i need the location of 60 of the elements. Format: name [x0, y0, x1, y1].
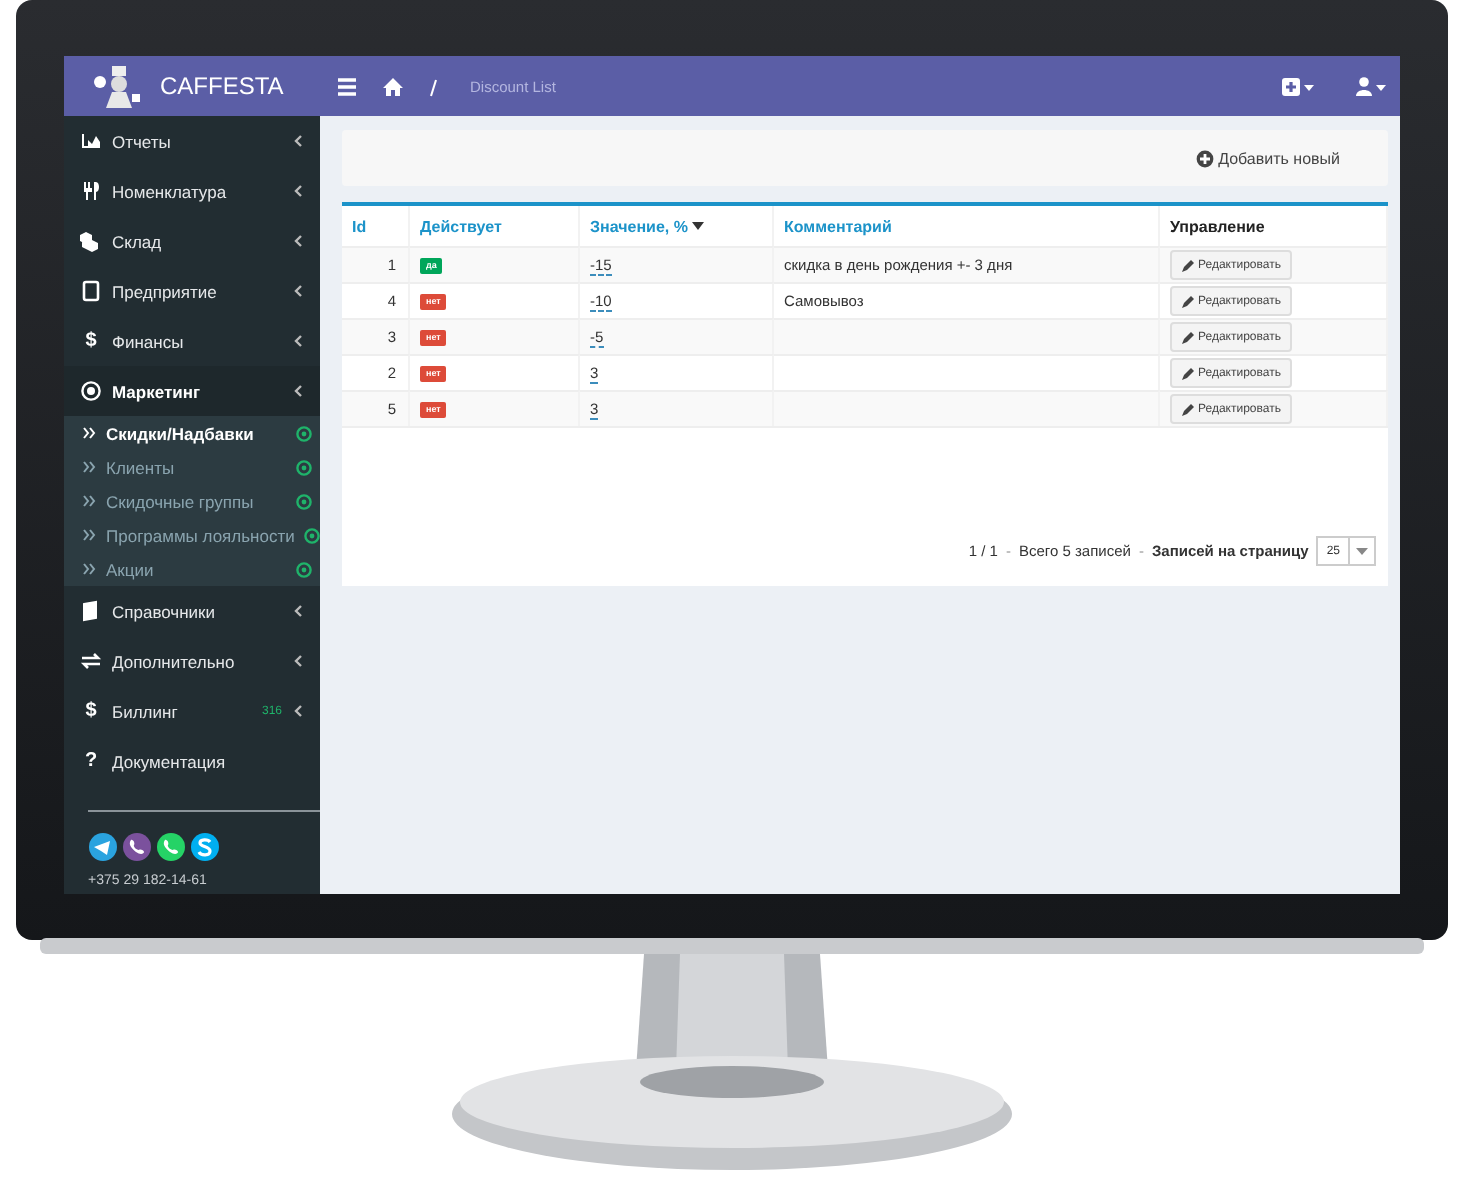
telegram-icon[interactable]: [88, 832, 118, 862]
dropdown-caret-icon: [1348, 538, 1374, 564]
pencil-icon: [1182, 295, 1194, 307]
circle-icon: [296, 425, 312, 441]
chevron-icon: [292, 284, 304, 298]
circle-icon: [296, 493, 312, 509]
chevron-icon: [292, 604, 304, 618]
double-chevron-icon: [82, 562, 96, 576]
sidebar-item[interactable]: Дополнительно: [64, 636, 320, 686]
glyph-icon: $: [80, 330, 102, 352]
menu-icon[interactable]: [336, 75, 358, 97]
pencil-icon: [1182, 331, 1194, 343]
double-chevron-icon: [82, 460, 96, 474]
target-icon: [80, 380, 102, 402]
sidebar-item[interactable]: $ Финансы: [64, 316, 320, 366]
chevron-icon: [292, 184, 304, 198]
chevron-icon: [292, 234, 304, 248]
chevron-icon: [292, 704, 304, 718]
circle-icon: [296, 459, 312, 475]
chevron-icon: [292, 334, 304, 348]
sidebar-item[interactable]: Маркетинг: [64, 366, 320, 416]
arrows-icon: [80, 650, 102, 672]
sidebar-item[interactable]: Отчеты: [64, 116, 320, 166]
chevron-icon: [292, 384, 304, 398]
whatsapp-icon[interactable]: [156, 832, 186, 862]
glyph-icon: ?: [80, 750, 102, 772]
sidebar-item[interactable]: Склад: [64, 216, 320, 266]
user-menu-icon[interactable]: [1354, 75, 1388, 97]
submenu-item[interactable]: Акции: [64, 552, 320, 586]
sort-caret-icon: [691, 222, 704, 230]
double-chevron-icon: [82, 528, 96, 542]
submenu-item[interactable]: Скидки/Надбавки: [64, 416, 320, 450]
skype-icon[interactable]: [190, 832, 220, 862]
submenu-item[interactable]: Программы лояльности: [64, 518, 320, 552]
circle-icon: [304, 527, 321, 543]
double-chevron-icon: [82, 426, 96, 440]
logo-text: CAFFESTA: [160, 72, 284, 100]
pencil-icon: [1182, 403, 1194, 415]
sidebar-item[interactable]: Номенклатура: [64, 166, 320, 216]
sidebar-item[interactable]: Предприятие: [64, 266, 320, 316]
sidebar-item[interactable]: Справочники: [64, 586, 320, 636]
glyph-icon: $: [80, 700, 102, 722]
submenu-item[interactable]: Скидочные группы: [64, 484, 320, 518]
circle-icon: [296, 561, 312, 577]
chevron-icon: [292, 654, 304, 668]
tablet-icon: [80, 280, 102, 302]
sidebar-item[interactable]: ? Документация: [64, 736, 320, 786]
separator-icon: [428, 75, 438, 97]
add-menu-icon[interactable]: [1280, 75, 1314, 97]
pencil-icon: [1182, 367, 1194, 379]
cutlery-icon: [80, 180, 102, 202]
double-chevron-icon: [82, 494, 96, 508]
home-icon[interactable]: [382, 75, 404, 97]
chart-icon: [80, 130, 102, 152]
chevron-icon: [292, 134, 304, 148]
viber-icon[interactable]: [122, 832, 152, 862]
pencil-icon: [1182, 259, 1194, 271]
submenu-item[interactable]: Клиенты: [64, 450, 320, 484]
plus-circle-icon: [1196, 149, 1215, 167]
add-new-button[interactable]: Добавить новый: [1196, 149, 1340, 167]
